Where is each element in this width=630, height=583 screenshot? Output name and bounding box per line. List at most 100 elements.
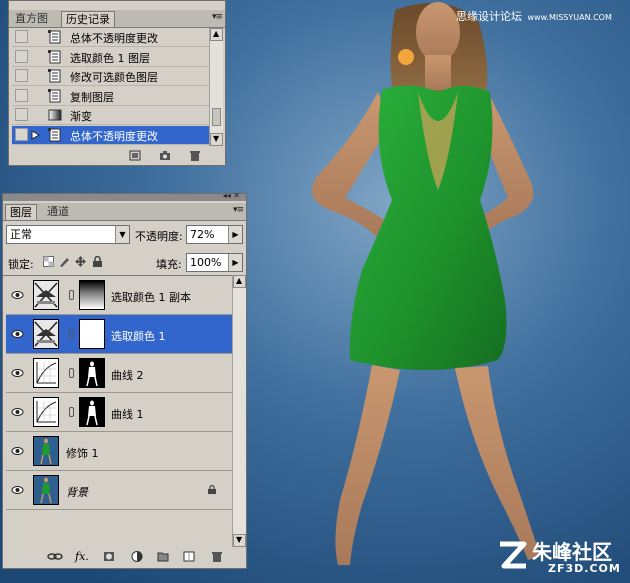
fill-label: 填充:: [156, 258, 182, 271]
current-state-flag-icon: [31, 129, 40, 140]
scroll-up-button[interactable]: ▲: [233, 275, 246, 288]
layers-panel: ◂◂ ✕ 图层 通道 ▾≡ 正常 ▼ 不透明度: 72% ▶ 锁定: 填充: 1…: [2, 191, 247, 569]
panel-menu-icon[interactable]: ▾≡: [233, 205, 244, 215]
chevron-down-icon[interactable]: ▼: [115, 226, 129, 243]
history-panel: 直方图 历史记录 ▾≡ 总体不透明度更改 选取颜色 1 图层修改可选颜色图层复制图…: [8, 0, 226, 166]
history-item[interactable]: 复制图层: [12, 87, 215, 106]
selective-color-thumb-icon[interactable]: [33, 319, 59, 349]
photo-thumb-icon[interactable]: [33, 436, 59, 466]
scroll-down-button[interactable]: ▼: [233, 534, 246, 547]
watermark-top-text: 思缘设计论坛: [456, 10, 522, 23]
collapse-icon[interactable]: ◂◂ ✕: [223, 191, 240, 200]
mask-link-icon[interactable]: [69, 407, 74, 417]
history-list: 总体不透明度更改 选取颜色 1 图层 修改可选颜色图层 复制图层 渐变 总体不透明度更改: [9, 28, 215, 146]
mask-link-icon[interactable]: [69, 329, 74, 339]
layer-mask-thumb[interactable]: [79, 397, 105, 427]
watermark-bottom: 朱峰社区 ZF3D.COM: [496, 534, 626, 580]
history-source-checkbox[interactable]: [15, 127, 28, 141]
history-item-label: 总体不透明度更改: [70, 32, 158, 45]
lock-paint-icon[interactable]: [59, 256, 70, 267]
lock-transparent-icon[interactable]: [43, 256, 54, 267]
tab-histogram[interactable]: 直方图: [11, 11, 52, 27]
layers-footer: fx.: [3, 548, 246, 566]
history-source-checkbox[interactable]: [15, 49, 28, 63]
layer-mask-thumb[interactable]: [79, 319, 105, 349]
history-item-label: 总体不透明度更改: [70, 129, 158, 143]
layer-row[interactable]: 选取颜色 1: [6, 315, 233, 354]
layers-panel-titlebar[interactable]: ◂◂ ✕: [3, 191, 246, 201]
visibility-eye-icon[interactable]: [11, 289, 24, 301]
tab-history[interactable]: 历史记录: [61, 11, 115, 27]
scroll-up-button[interactable]: ▲: [210, 28, 223, 41]
mask-link-icon[interactable]: [69, 290, 74, 300]
mask-link-icon[interactable]: [69, 368, 74, 378]
fill-field[interactable]: 100% ▶: [186, 253, 243, 272]
history-source-checkbox[interactable]: [15, 88, 28, 102]
visibility-eye-icon[interactable]: [11, 484, 24, 496]
visibility-eye-icon[interactable]: [11, 406, 24, 418]
history-source-checkbox[interactable]: [15, 69, 28, 82]
chevron-right-icon[interactable]: ▶: [228, 226, 242, 243]
adjustment-layer-icon[interactable]: [131, 551, 143, 562]
layer-row[interactable]: 修饰 1: [6, 432, 233, 471]
watermark-top: 思缘设计论坛 www.MISSYUAN.COM: [456, 8, 612, 24]
layer-row[interactable]: 曲线 2: [6, 354, 233, 393]
history-item[interactable]: 选取颜色 1 图层: [12, 48, 215, 67]
history-step-icon: [48, 127, 61, 141]
watermark-top-url: www.MISSYUAN.COM: [527, 13, 612, 22]
history-item-label: 选取颜色 1 图层: [70, 51, 150, 65]
snapshot-icon[interactable]: [159, 150, 171, 161]
layer-name: 曲线 2: [111, 369, 144, 382]
zf-logo-icon: [500, 541, 527, 569]
curves-thumb-icon[interactable]: [33, 397, 59, 427]
curves-thumb-icon[interactable]: [33, 358, 59, 388]
blend-mode-select[interactable]: 正常 ▼: [6, 225, 130, 244]
history-item[interactable]: 修改可选颜色图层: [12, 67, 215, 86]
chevron-right-icon[interactable]: ▶: [228, 254, 242, 271]
scroll-down-button[interactable]: ▼: [210, 133, 223, 146]
history-source-checkbox[interactable]: [15, 108, 28, 121]
history-step-icon: [48, 69, 61, 83]
link-layers-icon[interactable]: [47, 551, 63, 562]
trash-icon[interactable]: [189, 150, 201, 161]
layer-mask-thumb[interactable]: [79, 358, 105, 388]
history-scrollbar[interactable]: ▲ ▼: [209, 28, 223, 146]
blend-mode-value: 正常: [10, 228, 32, 241]
new-group-icon[interactable]: [157, 551, 169, 562]
lock-all-icon[interactable]: [92, 256, 103, 267]
new-layer-icon[interactable]: [183, 551, 195, 562]
history-item[interactable]: 渐变: [12, 106, 215, 125]
history-step-icon: [48, 49, 61, 63]
panel-menu-icon[interactable]: ▾≡: [212, 12, 223, 22]
visibility-eye-icon[interactable]: [11, 367, 24, 379]
visibility-eye-icon[interactable]: [11, 328, 24, 340]
lock-move-icon[interactable]: [75, 256, 86, 267]
new-document-from-state-icon[interactable]: [129, 150, 141, 161]
history-step-icon: [48, 30, 61, 44]
layer-style-icon[interactable]: fx.: [75, 550, 89, 563]
trash-icon[interactable]: [211, 551, 223, 562]
lock-label: 锁定:: [8, 258, 34, 271]
scroll-thumb[interactable]: [212, 108, 221, 126]
add-mask-icon[interactable]: [103, 551, 115, 562]
visibility-eye-icon[interactable]: [11, 445, 24, 457]
history-step-icon: [48, 88, 61, 102]
tab-channels[interactable]: 通道: [43, 204, 73, 220]
photo-thumb-icon[interactable]: [33, 475, 59, 505]
layer-name: 曲线 1: [111, 408, 144, 421]
history-item-label: 复制图层: [70, 90, 114, 104]
layer-name: 选取颜色 1: [111, 330, 166, 343]
layers-scrollbar[interactable]: ▲ ▼: [232, 275, 246, 547]
history-item[interactable]: 总体不透明度更改: [12, 28, 215, 47]
history-item[interactable]: 总体不透明度更改: [12, 125, 215, 145]
history-item-label: 渐变: [70, 110, 92, 123]
opacity-field[interactable]: 72% ▶: [186, 225, 243, 244]
layer-row[interactable]: 曲线 1: [6, 393, 233, 432]
history-source-checkbox[interactable]: [15, 30, 28, 43]
selective-color-thumb-icon[interactable]: [33, 280, 59, 310]
tab-layers[interactable]: 图层: [5, 204, 37, 220]
layer-row[interactable]: 背景: [6, 471, 233, 510]
layer-mask-thumb[interactable]: [79, 280, 105, 310]
layer-name: 背景: [66, 486, 88, 499]
layer-row[interactable]: 选取颜色 1 副本: [6, 276, 233, 315]
